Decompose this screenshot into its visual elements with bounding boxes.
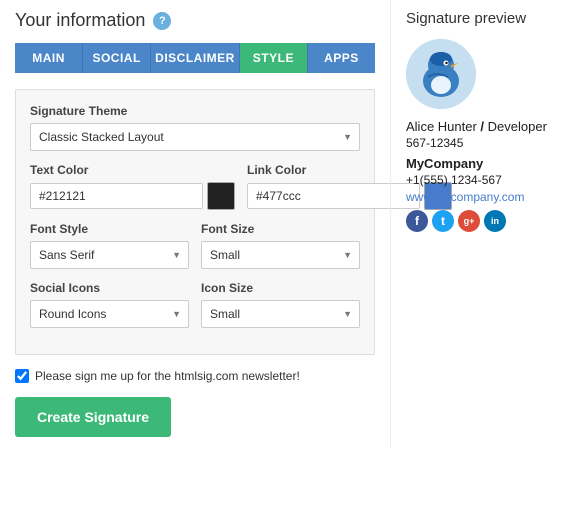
newsletter-label: Please sign me up for the htmlsig.com ne… <box>35 369 300 383</box>
tab-apps[interactable]: APPS <box>308 43 375 73</box>
preview-panel: Signature preview <box>390 0 583 447</box>
font-style-label: Font Style <box>30 222 189 236</box>
icons-row: Social Icons Round Icons Icon Size Small <box>30 281 360 328</box>
page-title: Your information <box>15 10 145 31</box>
font-size-label: Font Size <box>201 222 360 236</box>
icon-size-select-wrapper: Small <box>201 300 360 328</box>
theme-label: Signature Theme <box>30 104 360 118</box>
preview-name: Alice Hunter / Developer <box>406 119 568 134</box>
tab-social[interactable]: SOCIAL <box>83 43 151 73</box>
theme-select-wrapper: Classic Stacked Layout <box>30 123 360 151</box>
social-icons-col: Social Icons Round Icons <box>30 281 189 328</box>
create-signature-button[interactable]: Create Signature <box>15 397 171 437</box>
font-size-col: Font Size Small <box>201 222 360 269</box>
social-icons-label: Social Icons <box>30 281 189 295</box>
text-color-input[interactable] <box>30 183 203 209</box>
icon-size-select[interactable]: Small <box>201 300 360 328</box>
social-icons-select-wrapper: Round Icons <box>30 300 189 328</box>
social-icon-linkedin[interactable]: in <box>484 210 506 232</box>
preview-title: Signature preview <box>406 10 568 27</box>
font-style-select[interactable]: Sans Serif <box>30 241 189 269</box>
font-size-select[interactable]: Small <box>201 241 360 269</box>
color-row: Text Color Link Color <box>30 163 360 210</box>
page-title-section: Your information ? <box>15 10 375 31</box>
preview-avatar <box>406 39 476 109</box>
preview-company: MyCompany <box>406 156 568 171</box>
newsletter-checkbox[interactable] <box>15 369 29 383</box>
font-row: Font Style Sans Serif Font Size Small <box>30 222 360 269</box>
social-icon-twitter[interactable]: t <box>432 210 454 232</box>
font-style-col: Font Style Sans Serif <box>30 222 189 269</box>
text-color-label: Text Color <box>30 163 235 177</box>
icon-size-col: Icon Size Small <box>201 281 360 328</box>
text-color-swatch[interactable] <box>207 182 235 210</box>
theme-select[interactable]: Classic Stacked Layout <box>30 123 360 151</box>
social-icon-facebook[interactable]: f <box>406 210 428 232</box>
preview-phone: 567-12345 <box>406 136 568 150</box>
preview-website[interactable]: www.mycompany.com <box>406 190 524 204</box>
icon-size-label: Icon Size <box>201 281 360 295</box>
tab-style[interactable]: STYLE <box>240 43 308 73</box>
style-form: Signature Theme Classic Stacked Layout T… <box>15 89 375 355</box>
text-color-group <box>30 182 235 210</box>
social-icons-preview: f t g+ in <box>406 210 568 232</box>
newsletter-row: Please sign me up for the htmlsig.com ne… <box>15 369 375 383</box>
social-icons-select[interactable]: Round Icons <box>30 300 189 328</box>
preview-company-phone: +1(555) 1234-567 <box>406 173 568 187</box>
social-icon-googleplus[interactable]: g+ <box>458 210 480 232</box>
text-color-col: Text Color <box>30 163 235 210</box>
preview-role: Developer <box>488 119 547 134</box>
tab-bar: MAIN SOCIAL DISCLAIMER STYLE APPS <box>15 43 375 73</box>
font-size-select-wrapper: Small <box>201 241 360 269</box>
help-icon[interactable]: ? <box>153 12 171 30</box>
font-style-select-wrapper: Sans Serif <box>30 241 189 269</box>
tab-disclaimer[interactable]: DISCLAIMER <box>151 43 240 73</box>
theme-group: Signature Theme Classic Stacked Layout <box>30 104 360 151</box>
tab-main[interactable]: MAIN <box>15 43 83 73</box>
